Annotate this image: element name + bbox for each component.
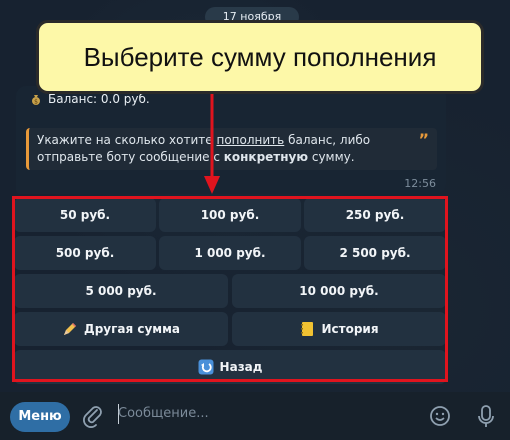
- balance-line: $ Баланс: 0.0 руб.: [30, 92, 150, 106]
- quote-icon: ”: [418, 130, 429, 149]
- message-time: 12:56: [404, 177, 436, 190]
- svg-text:$: $: [34, 99, 38, 106]
- arrow-annotation: [204, 92, 220, 194]
- microphone-icon[interactable]: [475, 404, 497, 434]
- callout-text: Выберите сумму пополнения: [83, 42, 437, 72]
- quote-block: Укажите на сколько хотите пополнить бала…: [26, 128, 437, 170]
- money-bag-icon: $: [30, 93, 42, 106]
- emoji-icon[interactable]: [428, 404, 452, 432]
- bold-word: конкретную: [223, 150, 309, 164]
- balance-text: Баланс: 0.0 руб.: [48, 92, 150, 106]
- composer-bar: Меню Сообщение...: [0, 392, 510, 440]
- bot-message: $ Баланс: 0.0 руб. Укажите на сколько хо…: [16, 86, 446, 194]
- callout-box: Выберите сумму пополнения: [36, 20, 484, 94]
- menu-button[interactable]: Меню: [10, 402, 70, 432]
- paperclip-icon[interactable]: [82, 404, 104, 432]
- message-input[interactable]: Сообщение...: [118, 406, 209, 421]
- refill-link: пополнить: [216, 133, 285, 147]
- highlight-box: [12, 196, 448, 382]
